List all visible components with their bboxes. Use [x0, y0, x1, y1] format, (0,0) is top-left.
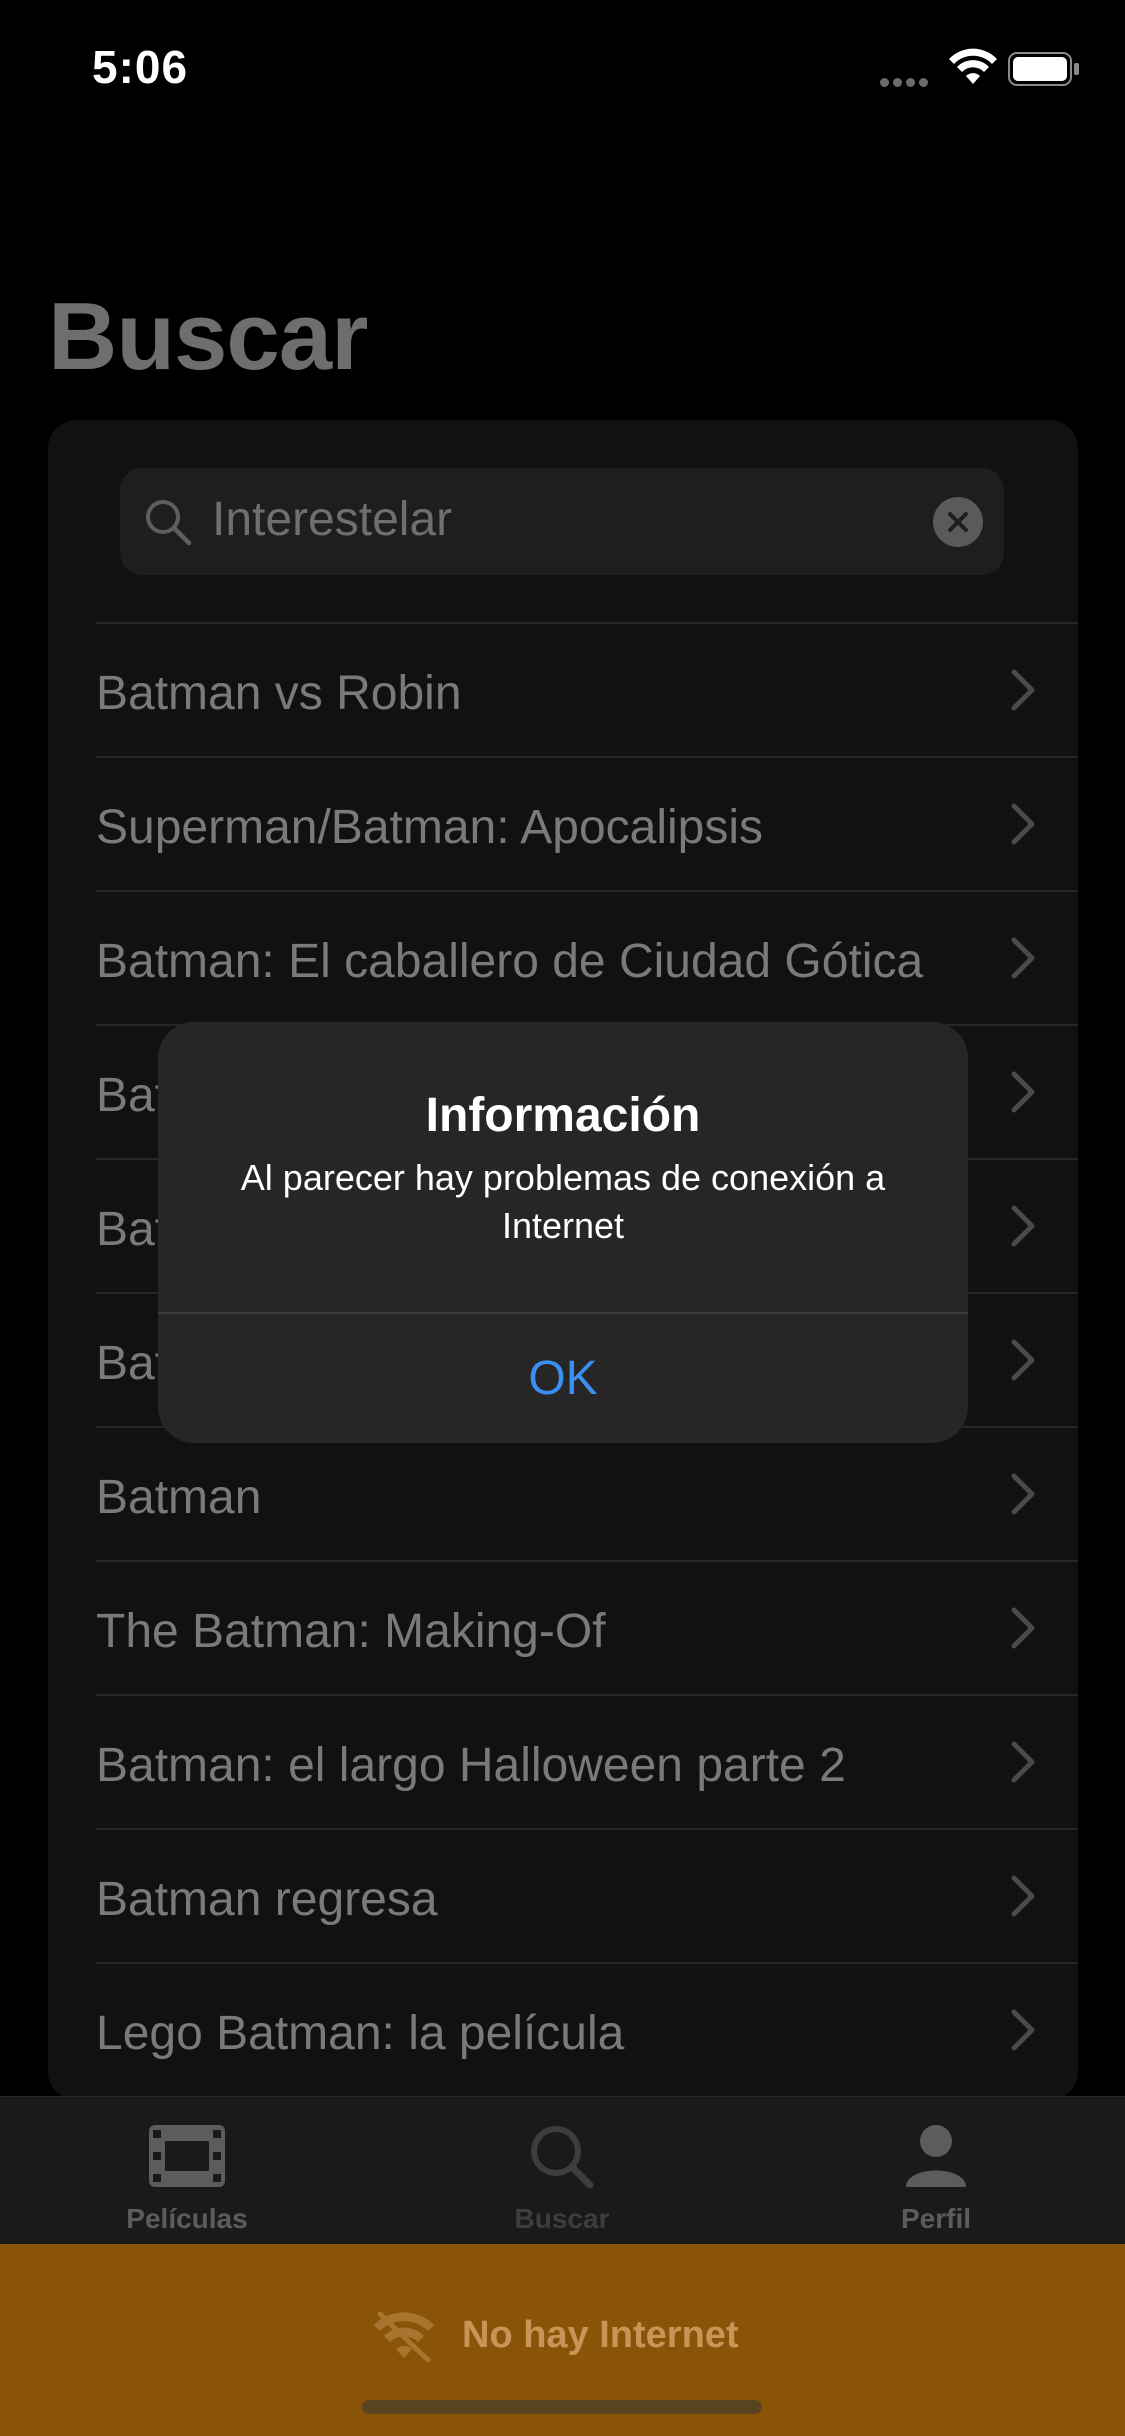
tab-bar: Películas Buscar Perfil — [0, 2096, 1125, 2245]
tab-label: Películas — [126, 2203, 248, 2234]
page-title: Buscar — [48, 283, 368, 390]
clear-search-icon[interactable] — [932, 496, 984, 548]
list-item-label: Batman regresa — [96, 1873, 438, 1926]
status-time: 5:06 — [92, 41, 189, 93]
list-item[interactable]: Superman/Batman: Apocalipsis — [96, 756, 1078, 890]
wifi-off-icon — [374, 2311, 434, 2362]
search-bar[interactable] — [120, 468, 1004, 575]
chevron-right-icon — [1011, 1071, 1035, 1113]
list-item-label: Batman — [96, 1471, 262, 1524]
wifi-icon — [949, 48, 997, 84]
list-item[interactable]: Batman vs Robin — [96, 622, 1078, 756]
list-item[interactable]: Batman: el largo Halloween parte 2 — [96, 1694, 1078, 1828]
status-bar: 5:06 — [0, 0, 1125, 140]
chevron-right-icon — [1011, 1875, 1035, 1917]
no-internet-message: No hay Internet — [462, 2314, 739, 2356]
list-item-label: Batman vs Robin — [96, 667, 462, 720]
ok-button[interactable]: OK — [158, 1314, 968, 1443]
tab-label: Buscar — [514, 2203, 610, 2234]
film-icon — [149, 2125, 225, 2187]
list-item-label: Batman: El caballero de Ciudad Gótica — [96, 935, 924, 988]
list-item[interactable]: Batman — [96, 1426, 1078, 1560]
chevron-right-icon — [1011, 669, 1035, 711]
list-item-label: Lego Batman: la película — [96, 2007, 625, 2060]
tab-perfil[interactable]: Perfil — [806, 2097, 1066, 2245]
chevron-right-icon — [1011, 1339, 1035, 1381]
tab-buscar[interactable]: Buscar — [432, 2097, 692, 2245]
cellular-signal-icon — [880, 74, 936, 87]
tab-label: Perfil — [900, 2203, 972, 2234]
person-icon — [906, 2125, 966, 2187]
chevron-right-icon — [1011, 1473, 1035, 1515]
chevron-right-icon — [1011, 1607, 1035, 1649]
list-item-label: Superman/Batman: Apocalipsis — [96, 801, 764, 854]
list-item-label: The Batman: Making-Of — [96, 1605, 606, 1658]
search-icon — [531, 2126, 594, 2189]
list-item[interactable]: Lego Batman: la película — [96, 1962, 1078, 2096]
list-item-label: Batman: el largo Halloween parte 2 — [96, 1739, 846, 1792]
alert-title: Información — [425, 1089, 701, 1142]
search-input[interactable] — [212, 492, 912, 547]
battery-icon — [1008, 52, 1079, 86]
list-item[interactable]: Batman regresa — [96, 1828, 1078, 1962]
alert-message: Al parecer hay problemas de conexión a I… — [240, 1157, 886, 1246]
home-indicator — [362, 2400, 762, 2414]
alert-dialog: Información Al parecer hay problemas de … — [158, 1022, 968, 1443]
search-icon — [146, 500, 192, 546]
tab-peliculas[interactable]: Películas — [57, 2097, 317, 2245]
chevron-right-icon — [1011, 803, 1035, 845]
chevron-right-icon — [1011, 937, 1035, 979]
chevron-right-icon — [1011, 1205, 1035, 1247]
chevron-right-icon — [1011, 1741, 1035, 1783]
chevron-right-icon — [1011, 2009, 1035, 2051]
list-item[interactable]: The Batman: Making-Of — [96, 1560, 1078, 1694]
list-item[interactable]: Batman: El caballero de Ciudad Gótica — [96, 890, 1078, 1024]
